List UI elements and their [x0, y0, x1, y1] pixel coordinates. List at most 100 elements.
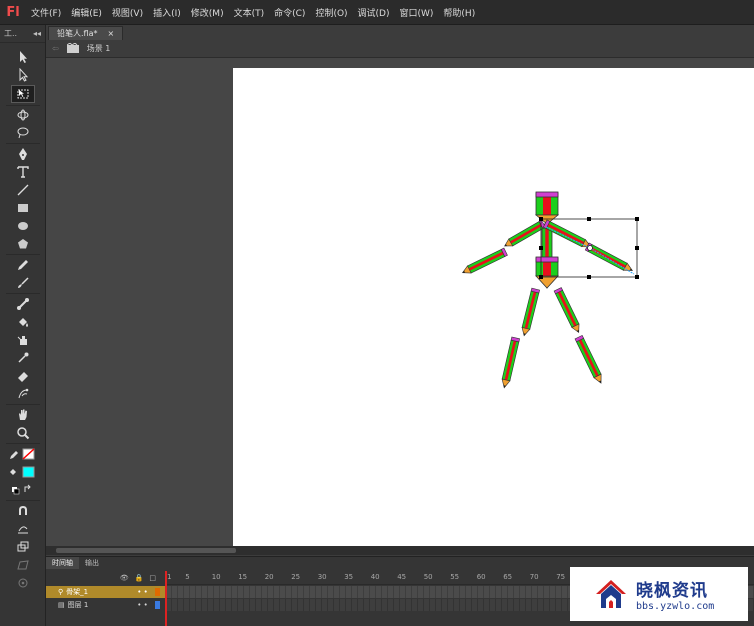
pencil-left-thigh[interactable]	[519, 287, 541, 338]
pencil-right-thigh[interactable]	[553, 287, 583, 335]
close-icon[interactable]: ×	[107, 29, 114, 38]
eye-icon[interactable]: 👁	[120, 574, 129, 582]
hand-tool-icon[interactable]	[12, 407, 34, 423]
frame-number: 5	[185, 573, 190, 581]
subselection-tool-icon[interactable]	[12, 67, 34, 83]
frame-number: 20	[264, 573, 274, 581]
tab-output[interactable]: 输出	[79, 557, 105, 569]
eyedropper-tool-icon[interactable]	[12, 350, 34, 366]
menu-help[interactable]: 帮助(H)	[438, 6, 480, 19]
site-watermark: 晓枫资讯 bbs.yzwlo.com	[570, 567, 748, 621]
rectangle-tool-icon[interactable]	[12, 200, 34, 216]
menu-insert[interactable]: 插入(I)	[148, 6, 186, 19]
frame-number: 55	[450, 573, 460, 581]
scene-label[interactable]: 场景 1	[87, 43, 111, 54]
swap-colors-icon[interactable]	[8, 482, 38, 498]
menu-modify[interactable]: 修改(M)	[186, 6, 229, 19]
pen-tool-icon[interactable]	[12, 146, 34, 162]
tools-panel-header[interactable]: 工.. ◂◂	[0, 25, 45, 43]
polystar-tool-icon[interactable]	[12, 236, 34, 252]
edit-bar: ⇦ 场景 1	[46, 40, 754, 58]
line-tool-icon[interactable]	[12, 182, 34, 198]
snap-magnet-icon[interactable]	[12, 503, 34, 519]
tools-panel-title: 工..	[4, 29, 18, 38]
pencil-left-upper-arm[interactable]	[502, 219, 546, 250]
document-tab[interactable]: 铅笔人.fla* ×	[48, 26, 124, 40]
transform-handle	[587, 275, 591, 279]
text-tool-icon[interactable]	[12, 164, 34, 180]
layer-color-swatch[interactable]	[155, 601, 160, 609]
layer-name-cell[interactable]: ⚲ 骨架_1 • •	[46, 586, 166, 598]
free-transform-tool-icon[interactable]	[11, 85, 35, 103]
pencil-right-shin[interactable]	[574, 334, 606, 386]
transform-handle	[635, 217, 639, 221]
frame-number: 15	[238, 573, 248, 581]
menu-view[interactable]: 视图(V)	[107, 6, 148, 19]
menu-file[interactable]: 文件(F)	[26, 6, 66, 19]
layers-header: 👁 🔒 □	[46, 571, 166, 585]
pasteboard	[46, 58, 754, 546]
collapse-arrows-icon[interactable]: ◂◂	[33, 29, 41, 38]
menu-text[interactable]: 文本(T)	[229, 6, 270, 19]
layer-name-cell[interactable]: ▤ 图层 1 • •	[46, 599, 166, 611]
menu-control[interactable]: 控制(O)	[310, 6, 352, 19]
pencil-left-shin[interactable]	[499, 336, 521, 390]
layer-toggles[interactable]: • •	[137, 588, 160, 596]
pencil-torso-lower[interactable]	[535, 256, 559, 289]
transform-pivot-point	[587, 245, 593, 251]
paint-bucket-tool-icon[interactable]	[12, 314, 34, 330]
frame-number: 25	[291, 573, 301, 581]
scrollbar-thumb[interactable]	[56, 548, 236, 553]
watermark-url: bbs.yzwlo.com	[636, 601, 715, 612]
menu-edit[interactable]: 编辑(E)	[66, 6, 107, 19]
document-tab-title: 铅笔人.fla*	[57, 29, 98, 38]
tools-panel: 工.. ◂◂	[0, 25, 46, 626]
stage-horizontal-scrollbar[interactable]	[46, 546, 754, 555]
pencil-man-drawing[interactable]	[233, 68, 754, 546]
layer-name: 图层 1	[67, 601, 89, 609]
transform-handle	[539, 217, 543, 221]
lasso-tool-icon[interactable]	[12, 125, 34, 141]
pencil-left-forearm[interactable]	[460, 247, 508, 277]
eraser-tool-icon[interactable]	[12, 368, 34, 384]
3d-rotation-tool-icon[interactable]	[12, 107, 34, 123]
selection-tool-icon[interactable]	[12, 49, 34, 65]
frame-number: 45	[397, 573, 407, 581]
envelope-option-icon[interactable]	[12, 575, 34, 591]
back-arrow-icon[interactable]: ⇦	[52, 44, 59, 53]
scene-icon	[66, 41, 79, 55]
menu-commands[interactable]: 命令(C)	[269, 6, 310, 19]
deco-tool-icon[interactable]	[12, 386, 34, 402]
tool-separator	[6, 143, 40, 144]
app-logo: Fl	[6, 4, 20, 20]
playhead[interactable]	[165, 571, 167, 626]
menu-window[interactable]: 窗口(W)	[395, 6, 439, 19]
frame-number: 30	[317, 573, 327, 581]
stroke-color-control[interactable]	[8, 446, 38, 462]
oval-tool-icon[interactable]	[12, 218, 34, 234]
layer-toggles[interactable]: • •	[137, 601, 160, 609]
smooth-option-icon[interactable]	[12, 521, 34, 537]
outline-icon[interactable]: □	[149, 574, 156, 582]
brush-tool-icon[interactable]	[12, 275, 34, 291]
frame-number: 10	[211, 573, 221, 581]
layer-color-swatch[interactable]	[155, 588, 160, 596]
lock-icon[interactable]: 🔒	[135, 574, 144, 582]
transform-handle	[635, 246, 639, 250]
zoom-tool-icon[interactable]	[12, 425, 34, 441]
tab-timeline[interactable]: 时间轴	[46, 557, 79, 569]
tool-separator	[6, 293, 40, 294]
transform-handle	[539, 275, 543, 279]
ink-bottle-tool-icon[interactable]	[12, 332, 34, 348]
layer-icon: ▤	[58, 601, 65, 609]
frame-number: 75	[556, 573, 566, 581]
house-logo-icon	[596, 580, 626, 608]
pencil-tool-icon[interactable]	[12, 257, 34, 273]
distort-option-icon[interactable]	[12, 557, 34, 573]
bone-tool-icon[interactable]	[12, 296, 34, 312]
menu-debug[interactable]: 调试(D)	[353, 6, 395, 19]
transform-handle	[635, 275, 639, 279]
straighten-option-icon[interactable]	[12, 539, 34, 555]
fill-color-control[interactable]	[8, 464, 38, 480]
stage-canvas[interactable]	[233, 68, 754, 546]
